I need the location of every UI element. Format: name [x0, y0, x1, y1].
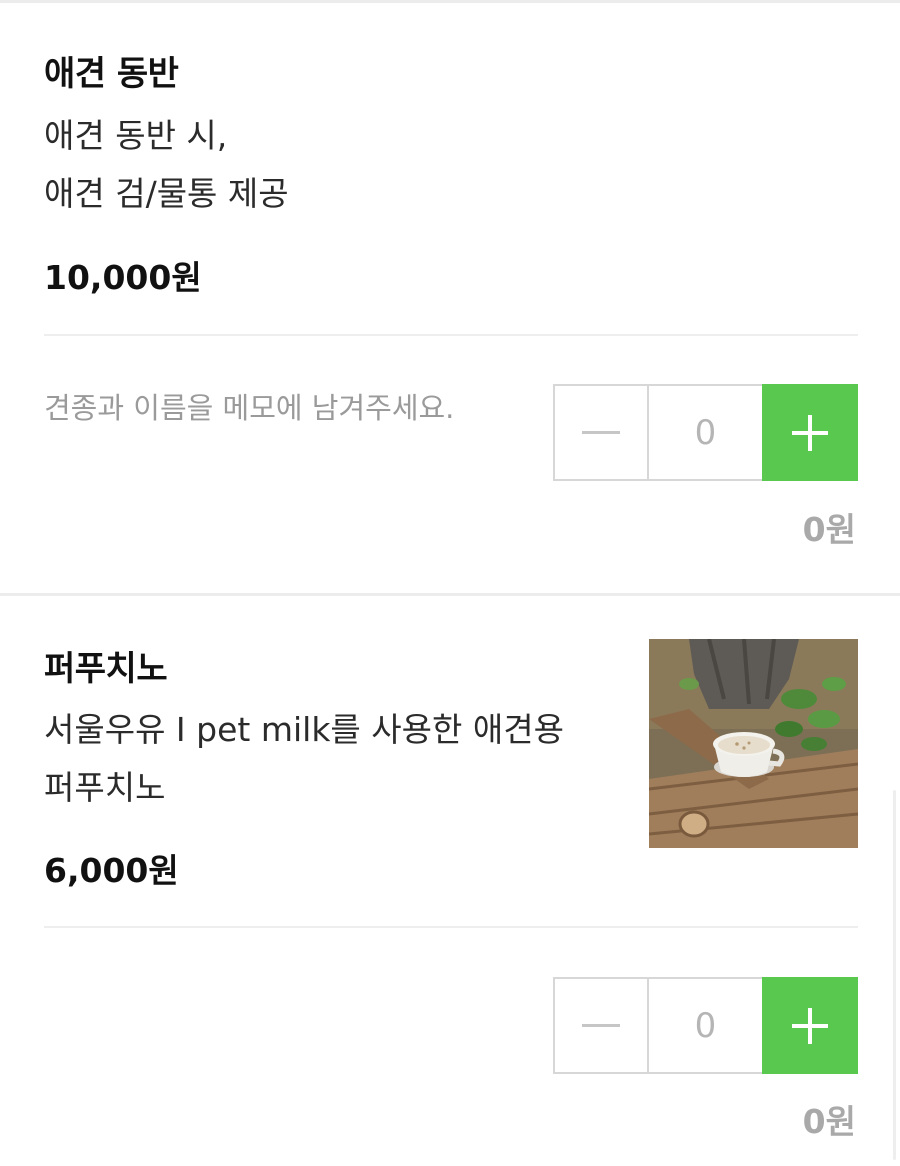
minus-icon: [582, 431, 620, 434]
item-title: 퍼푸치노: [44, 649, 168, 689]
option-item-puppuccino: 퍼푸치노 서울우유 I pet milk를 사용한 애견용 퍼푸치노 6,000…: [0, 596, 900, 1166]
item-description-line-1: 서울우유 I pet milk를 사용한 애견용: [44, 710, 564, 749]
item-subtotal: 0원: [802, 510, 856, 549]
option-item-pet-companion: 애견 동반 애견 동반 시, 애견 검/물통 제공 10,000원 견종과 이름…: [0, 0, 900, 595]
quantity-value[interactable]: 0: [649, 977, 762, 1074]
item-divider: [44, 926, 858, 928]
memo-hint: 견종과 이름을 메모에 남겨주세요.: [44, 391, 455, 425]
cup-on-log-photo: [649, 639, 858, 848]
item-description-line-2: 애견 검/물통 제공: [44, 174, 289, 213]
increment-button[interactable]: [762, 977, 858, 1074]
quantity-stepper: 0: [553, 384, 858, 481]
item-price: 6,000원: [44, 851, 179, 890]
item-price: 10,000원: [44, 258, 202, 297]
quantity-stepper: 0: [553, 977, 858, 1074]
minus-icon: [582, 1024, 620, 1027]
decrement-button[interactable]: [553, 384, 649, 481]
item-subtotal: 0원: [802, 1102, 856, 1141]
scrollbar[interactable]: [893, 790, 896, 1160]
item-description-line-2: 퍼푸치노: [44, 768, 166, 807]
item-thumbnail-image[interactable]: [649, 639, 858, 848]
quantity-value[interactable]: 0: [649, 384, 762, 481]
plus-icon: [792, 1007, 828, 1044]
decrement-button[interactable]: [553, 977, 649, 1074]
item-title: 애견 동반: [44, 54, 179, 94]
item-divider: [44, 334, 858, 336]
increment-button[interactable]: [762, 384, 858, 481]
plus-icon: [792, 414, 828, 451]
item-description-line-1: 애견 동반 시,: [44, 116, 228, 155]
